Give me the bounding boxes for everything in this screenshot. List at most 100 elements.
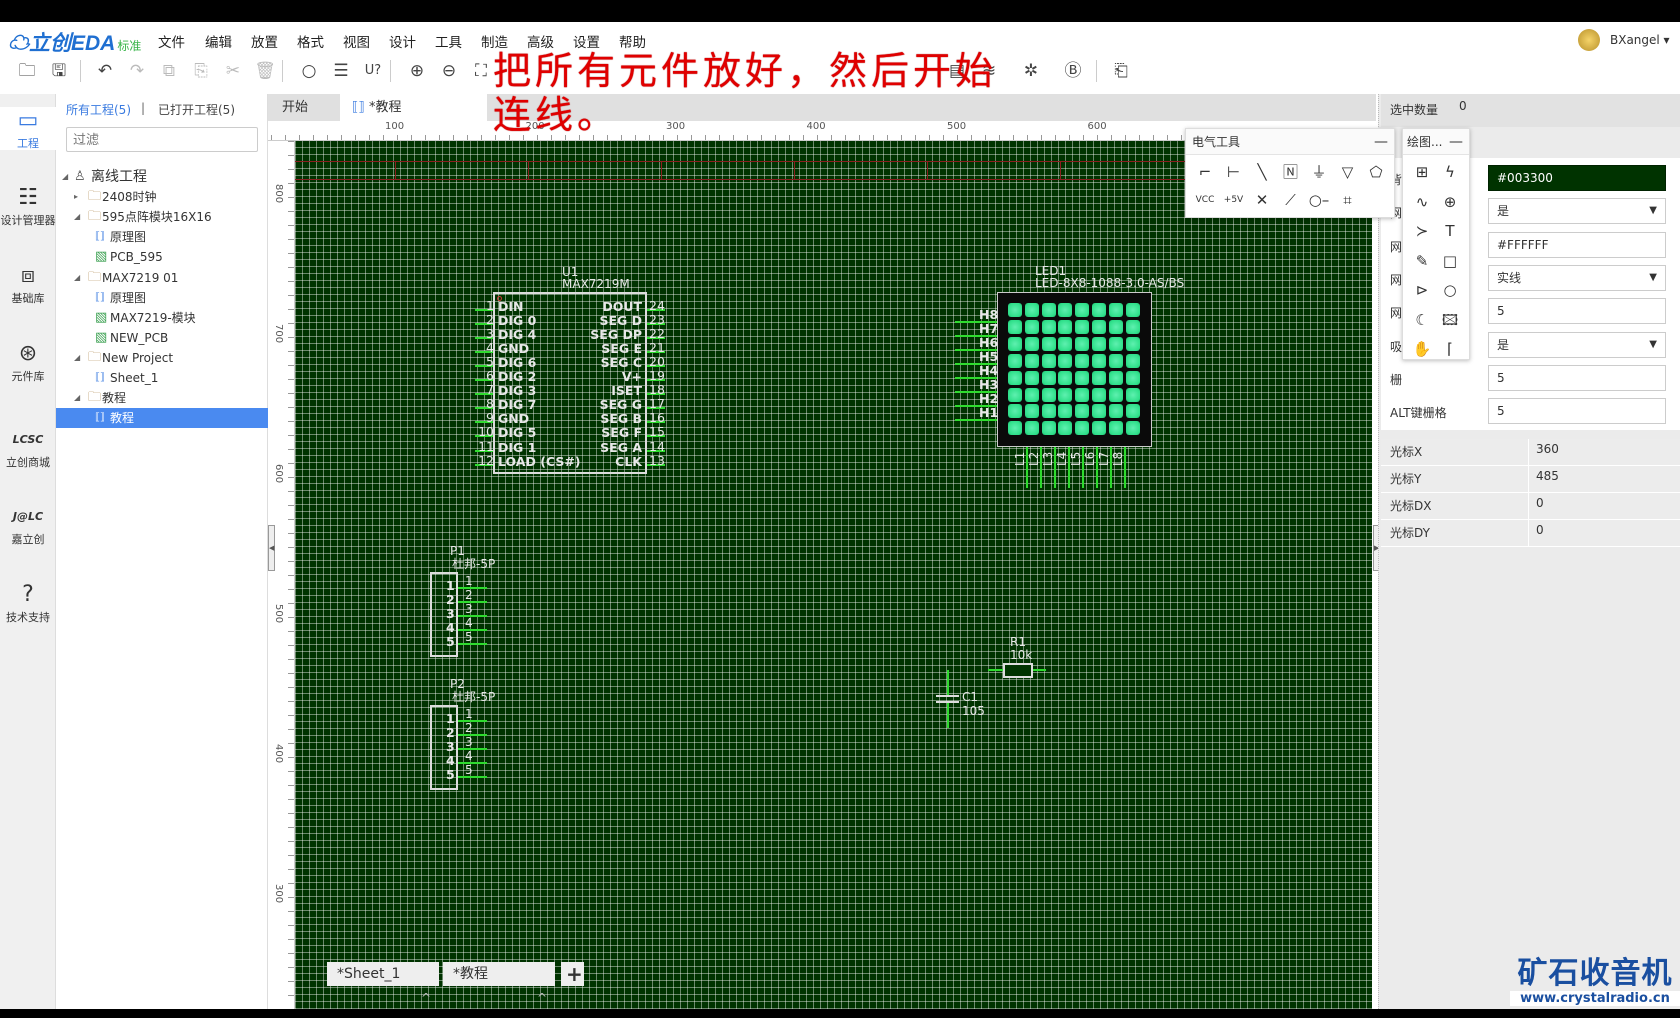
import-icon[interactable]: ⎗ bbox=[1108, 58, 1134, 84]
pan-icon[interactable]: ✋ bbox=[1409, 336, 1435, 362]
redo-icon[interactable]: ↷ bbox=[124, 58, 150, 84]
app-logo[interactable]: ☁立创EDA 标准 bbox=[8, 27, 141, 57]
nav-item-0[interactable]: ▭ 工程 bbox=[0, 107, 56, 150]
user-menu[interactable]: BXangel ▾ bbox=[1610, 33, 1670, 47]
bus-entry-icon[interactable]: ╲ bbox=[1249, 159, 1275, 185]
expand-arrow-icon[interactable]: ◢ bbox=[74, 207, 80, 227]
tree-item[interactable]: ▧ PCB_595 bbox=[56, 247, 268, 267]
open-icon[interactable]: 🗀 bbox=[14, 58, 40, 84]
find-icon[interactable]: ☰ bbox=[328, 58, 354, 84]
property-select[interactable]: 是 ▼ bbox=[1488, 331, 1666, 358]
menu-0[interactable]: 文件 bbox=[158, 31, 185, 51]
minimize-button[interactable]: — bbox=[1374, 129, 1388, 155]
tree-item[interactable]: ◢ 🗀 MAX7219 01 bbox=[56, 268, 268, 288]
duplicate-icon[interactable]: ⧉ bbox=[156, 58, 182, 84]
group-icon[interactable]: ⌗ bbox=[1335, 187, 1361, 213]
pin-line[interactable] bbox=[1124, 447, 1126, 488]
nav-item-2[interactable]: ⧈ 基础库 bbox=[0, 262, 56, 307]
nav-item-3[interactable]: ⊛ 元件库 bbox=[0, 340, 56, 386]
frame-icon[interactable]: ⊞ bbox=[1409, 159, 1435, 185]
property-input[interactable]: 5 bbox=[1488, 364, 1666, 391]
search-icon[interactable]: ○ bbox=[296, 58, 322, 84]
origin-icon[interactable]: ⌈ bbox=[1437, 336, 1463, 362]
fit-icon[interactable]: ⛶ bbox=[468, 58, 494, 84]
polygon-icon[interactable]: ⊳ bbox=[1409, 277, 1435, 303]
property-select[interactable]: 实线 ▼ bbox=[1488, 264, 1666, 291]
nav-item-1[interactable]: ☷ 设计管理器 bbox=[0, 184, 56, 244]
cut-icon[interactable]: ✂ bbox=[220, 58, 246, 84]
zoom-in-icon[interactable]: ⊕ bbox=[404, 58, 430, 84]
net-port-ground-icon[interactable]: ▽ bbox=[1335, 159, 1361, 185]
avatar[interactable] bbox=[1578, 29, 1600, 51]
property-input[interactable]: #FFFFFF bbox=[1488, 231, 1666, 258]
undo-icon[interactable]: ↶ bbox=[92, 58, 118, 84]
plus5v-icon[interactable]: +5V bbox=[1221, 187, 1247, 213]
pin-icon[interactable]: ○– bbox=[1306, 187, 1332, 213]
tab-open-projects[interactable]: 已打开工程(5) bbox=[158, 101, 235, 118]
tree-item[interactable]: ▸ 🗀 2408时钟 bbox=[56, 187, 268, 207]
menu-4[interactable]: 视图 bbox=[343, 31, 370, 51]
property-input[interactable]: 5 bbox=[1488, 298, 1666, 325]
zoom-out-icon[interactable]: ⊖ bbox=[436, 58, 462, 84]
menu-3[interactable]: 格式 bbox=[297, 31, 324, 51]
bezier-icon[interactable]: ∿ bbox=[1409, 189, 1435, 215]
no-connect-icon[interactable]: ✕ bbox=[1249, 187, 1275, 213]
expand-arrow-icon[interactable]: ◢ bbox=[74, 348, 80, 368]
menu-6[interactable]: 工具 bbox=[435, 31, 462, 51]
paste-icon[interactable]: ⎘ bbox=[188, 58, 214, 84]
tree-item[interactable]: ⟦⟧ Sheet_1 bbox=[56, 368, 268, 388]
arrow-icon[interactable]: ≻ bbox=[1409, 218, 1435, 244]
nav-item-4[interactable]: LCSC 立创商城 bbox=[0, 426, 56, 469]
sheet-tab[interactable]: *教程 ^ bbox=[443, 962, 555, 1005]
image-icon[interactable]: 🖾 bbox=[1437, 307, 1463, 333]
expand-arrow-icon[interactable]: ◢ bbox=[74, 388, 80, 408]
annotate-icon[interactable]: U? bbox=[360, 58, 386, 84]
vcc-icon[interactable]: VCC bbox=[1192, 187, 1218, 213]
wire-icon[interactable]: ⌐ bbox=[1192, 159, 1218, 185]
chevron-up-icon[interactable]: ^ bbox=[537, 986, 547, 1010]
tab-current-doc[interactable]: ⟦⟧ *教程 bbox=[340, 94, 487, 121]
minimize-button[interactable]: — bbox=[1449, 129, 1463, 155]
add-sheet-button[interactable]: + bbox=[561, 962, 584, 986]
menu-2[interactable]: 放置 bbox=[251, 31, 278, 51]
pin-line[interactable] bbox=[947, 702, 949, 728]
menu-1[interactable]: 编辑 bbox=[205, 31, 232, 51]
property-select[interactable]: 是 ▼ bbox=[1488, 198, 1666, 225]
b-icon[interactable]: Ⓑ bbox=[1060, 58, 1086, 84]
pin-line[interactable] bbox=[947, 670, 949, 696]
tree-item[interactable]: ◢ 🗀 教程 bbox=[56, 388, 268, 408]
tree-item[interactable]: ◢ ♙ 离线工程 bbox=[56, 167, 268, 187]
tree-item[interactable]: ⟦⟧ 原理图 bbox=[56, 288, 268, 308]
save-icon[interactable]: 🖫 bbox=[46, 58, 72, 84]
collapse-left-handle[interactable]: ◀ bbox=[268, 525, 275, 571]
drc-icon[interactable]: ✲ bbox=[1018, 58, 1044, 84]
circle-icon[interactable]: ○ bbox=[1437, 277, 1463, 303]
tree-item[interactable]: ⟦⟧ 原理图 bbox=[56, 227, 268, 247]
pie-icon[interactable]: ☾ bbox=[1409, 307, 1435, 333]
filter-input[interactable] bbox=[66, 127, 258, 152]
tab-all-projects[interactable]: 所有工程(5) bbox=[66, 101, 131, 118]
net-port-icon[interactable]: ⬠ bbox=[1363, 159, 1389, 185]
delete-icon[interactable]: 🗑 bbox=[252, 58, 278, 84]
expand-arrow-icon[interactable]: ◢ bbox=[62, 167, 68, 187]
tab-start[interactable]: 开始 bbox=[268, 94, 338, 121]
menu-5[interactable]: 设计 bbox=[389, 31, 416, 51]
freehand-icon[interactable]: ✎ bbox=[1409, 248, 1435, 274]
tree-item[interactable]: ▧ MAX7219-模块 bbox=[56, 308, 268, 328]
property-input[interactable]: #003300 bbox=[1488, 165, 1666, 191]
tree-item[interactable]: ▧ NEW_PCB bbox=[56, 328, 268, 348]
probe-icon[interactable]: ⟋ bbox=[1278, 187, 1304, 213]
chevron-up-icon[interactable]: ^ bbox=[421, 986, 431, 1010]
tree-item[interactable]: ◢ 🗀 595点阵模块16X16 bbox=[56, 207, 268, 227]
property-input[interactable]: 5 bbox=[1488, 398, 1666, 425]
nav-item-5[interactable]: J@LC 嘉立创 bbox=[0, 503, 56, 546]
capacitor-plate[interactable] bbox=[936, 701, 959, 703]
resistor-body[interactable] bbox=[1003, 663, 1033, 678]
arc-icon[interactable]: ⊕ bbox=[1437, 189, 1463, 215]
polyline-icon[interactable]: ϟ bbox=[1437, 159, 1463, 185]
rect-icon[interactable]: □ bbox=[1437, 248, 1463, 274]
ground-icon[interactable]: ⏚ bbox=[1306, 159, 1332, 185]
expand-arrow-icon[interactable]: ◢ bbox=[74, 268, 80, 288]
bus-icon[interactable]: ⊢ bbox=[1221, 159, 1247, 185]
expand-arrow-icon[interactable]: ▸ bbox=[74, 187, 78, 207]
